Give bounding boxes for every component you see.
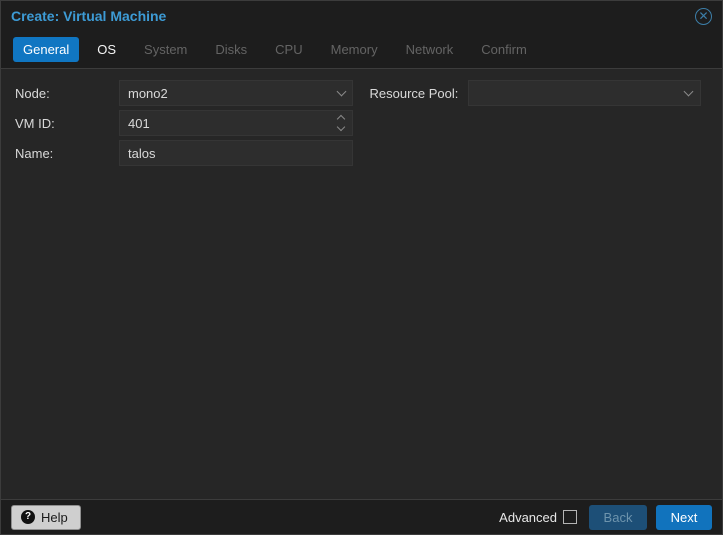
chevron-down-icon[interactable] [333, 80, 349, 106]
tab-memory: Memory [321, 37, 388, 62]
resource-pool-input[interactable] [468, 80, 701, 106]
node-input[interactable] [119, 80, 353, 106]
node-combobox[interactable] [119, 80, 353, 106]
chevron-down-icon[interactable] [681, 80, 697, 106]
advanced-checkbox[interactable] [563, 510, 577, 524]
dialog-footer: ? Help Advanced Back Next [1, 499, 722, 534]
tab-cpu: CPU [265, 37, 312, 62]
tab-system: System [134, 37, 197, 62]
resource-pool-label: Resource Pool: [362, 86, 468, 101]
general-panel: Node: VM ID: Name: [1, 69, 722, 499]
tab-disks: Disks [205, 37, 257, 62]
create-vm-dialog: Create: Virtual Machine ✕ General OS Sys… [0, 0, 723, 535]
next-button[interactable]: Next [656, 505, 712, 530]
dialog-title: Create: Virtual Machine [11, 8, 695, 24]
vmid-label: VM ID: [15, 116, 119, 131]
wizard-tabbar: General OS System Disks CPU Memory Netwo… [1, 31, 722, 69]
resource-pool-combobox[interactable] [468, 80, 701, 106]
node-row: Node: [15, 80, 362, 106]
vmid-row: VM ID: [15, 110, 362, 136]
advanced-label: Advanced [499, 510, 557, 525]
resource-pool-row: Resource Pool: [362, 80, 709, 106]
help-button[interactable]: ? Help [11, 505, 81, 530]
vmid-input[interactable] [119, 110, 353, 136]
close-icon[interactable]: ✕ [695, 8, 712, 25]
vmid-spinner[interactable] [119, 110, 353, 136]
name-input[interactable] [119, 140, 353, 166]
name-field[interactable] [119, 140, 353, 166]
back-button: Back [589, 505, 647, 530]
tab-general[interactable]: General [13, 37, 79, 62]
spinner-up-down-icon[interactable] [333, 110, 349, 136]
tab-network: Network [396, 37, 464, 62]
name-row: Name: [15, 140, 362, 166]
question-circle-icon: ? [21, 510, 35, 524]
tab-confirm: Confirm [471, 37, 537, 62]
tab-os[interactable]: OS [87, 37, 126, 62]
name-label: Name: [15, 146, 119, 161]
help-button-label: Help [41, 510, 68, 525]
node-label: Node: [15, 86, 119, 101]
advanced-toggle: Advanced [499, 510, 577, 525]
dialog-titlebar: Create: Virtual Machine ✕ [1, 1, 722, 31]
